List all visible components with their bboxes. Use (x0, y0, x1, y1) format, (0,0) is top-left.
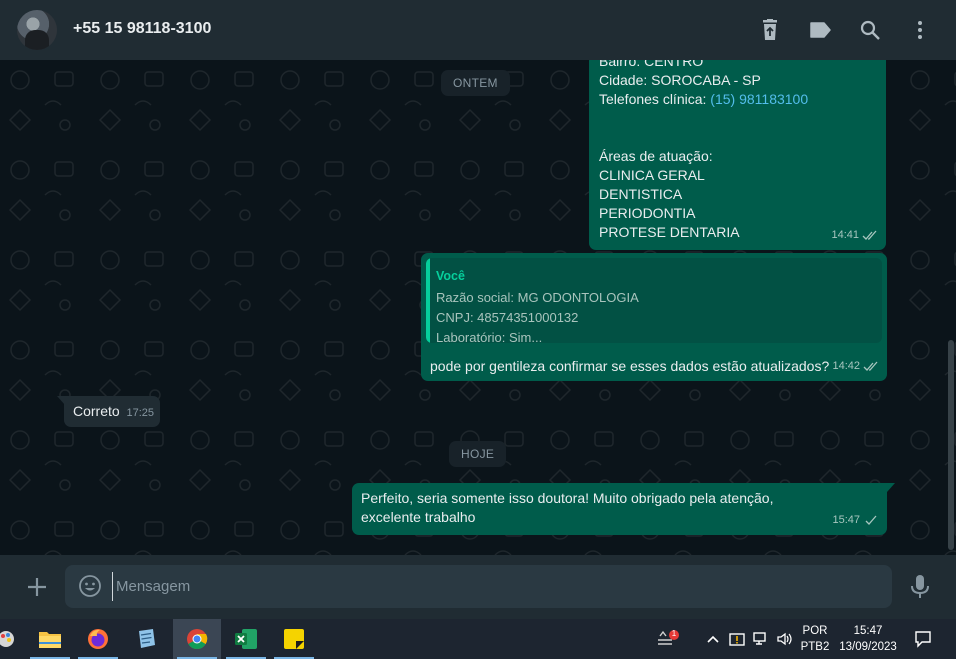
attach-plus-icon[interactable] (24, 574, 50, 600)
quote-line: CNPJ: 48574351000132 (436, 310, 579, 325)
keyboard-layout: PTB2 (800, 641, 830, 653)
language-code: POR (802, 625, 828, 637)
microphone-icon[interactable] (909, 574, 931, 600)
notification-count: 1 (671, 629, 677, 638)
message-time: 14:42 (832, 360, 860, 372)
incoming-message[interactable]: Correto 17:25 (57, 396, 160, 427)
message-line: Áreas de atuação: (599, 148, 713, 164)
chat-header: +55 15 98118-3100 (0, 0, 956, 60)
notification-center-icon[interactable] (914, 630, 932, 648)
read-ticks-icon (863, 361, 878, 371)
day-chip-yesterday: ONTEM (441, 70, 510, 96)
chat-scrollbar[interactable] (948, 340, 954, 550)
message-line: Telefones clínica: (599, 91, 711, 107)
message-text: Correto (73, 403, 120, 419)
quote-bar (426, 258, 430, 343)
quote-author: Você (436, 269, 465, 283)
outgoing-message[interactable]: Você Razão social: MG ODONTOLOGIA CNPJ: … (421, 253, 887, 381)
message-line: Cidade: SOROCABA - SP (599, 72, 761, 88)
outgoing-message[interactable]: Perfeito, seria somente isso doutora! Mu… (352, 483, 895, 535)
message-meta: 17:25 (126, 404, 154, 423)
read-ticks-icon (862, 230, 877, 240)
clock-time: 15:47 (853, 625, 883, 637)
message-meta: 14:41 (831, 226, 878, 245)
contact-avatar[interactable] (17, 10, 57, 50)
message-composer (0, 555, 956, 619)
sticky-notes-icon[interactable] (270, 619, 318, 659)
label-icon[interactable] (808, 18, 832, 42)
contact-name[interactable]: +55 15 98118-3100 (73, 20, 211, 38)
clock-date: 13/09/2023 (839, 641, 897, 653)
message-text: pode por gentileza confirmar se esses da… (430, 358, 830, 374)
outgoing-message[interactable]: Bairro: CENTRO Cidade: SOROCABA - SP Tel… (589, 60, 886, 250)
firefox-icon[interactable] (74, 619, 122, 659)
bubble-tail (887, 483, 895, 492)
excel-icon[interactable] (222, 619, 270, 659)
input-language[interactable]: POR PTB2 (798, 623, 832, 655)
quoted-message[interactable]: Você Razão social: MG ODONTOLOGIA CNPJ: … (426, 258, 882, 343)
file-explorer-icon[interactable] (26, 619, 74, 659)
message-input[interactable] (112, 572, 872, 601)
whatsapp-window: +55 15 98118-3100 ONTEM Bairro: CENTRO C… (0, 0, 956, 659)
network-icon[interactable] (752, 630, 770, 648)
network-activity-icon[interactable]: 1 (657, 629, 679, 648)
message-line: PERIODONTIA (599, 205, 696, 221)
security-alert-icon[interactable] (728, 630, 746, 648)
message-line: PROTESE DENTARIA (599, 224, 740, 240)
menu-icon[interactable] (908, 18, 932, 42)
message-meta: 14:42 (832, 357, 879, 376)
emoji-icon[interactable] (78, 574, 102, 598)
trash-icon[interactable] (758, 18, 782, 42)
message-time: 15:47 (832, 514, 860, 526)
message-line: CLINICA GERAL (599, 167, 705, 183)
quote-line: Laboratório: Sim... (436, 330, 543, 343)
phone-link[interactable]: (15) 981183100 (710, 91, 808, 107)
message-text: Perfeito, seria somente isso doutora! Mu… (361, 490, 774, 525)
chrome-icon[interactable] (173, 619, 221, 659)
notes-app-icon[interactable] (122, 619, 170, 659)
message-meta: 15:47 (832, 511, 879, 530)
message-input-box (65, 565, 892, 608)
chat-area[interactable]: ONTEM Bairro: CENTRO Cidade: SOROCABA - … (0, 60, 956, 555)
message-line: Bairro: CENTRO (599, 60, 704, 69)
windows-taskbar: 1 POR PTB2 15:47 13/09/2023 (0, 619, 956, 659)
volume-icon[interactable] (776, 630, 794, 648)
chevron-up-icon[interactable] (705, 630, 723, 648)
quote-line: Razão social: MG ODONTOLOGIA (436, 290, 639, 305)
message-time: 17:25 (126, 407, 154, 419)
system-clock[interactable]: 15:47 13/09/2023 (836, 623, 900, 655)
message-time: 14:41 (831, 229, 859, 241)
message-line: DENTISTICA (599, 186, 683, 202)
sent-tick-icon (865, 515, 877, 525)
bubble-tail (57, 396, 65, 405)
day-chip-today: HOJE (449, 441, 507, 467)
search-icon[interactable] (858, 18, 882, 42)
